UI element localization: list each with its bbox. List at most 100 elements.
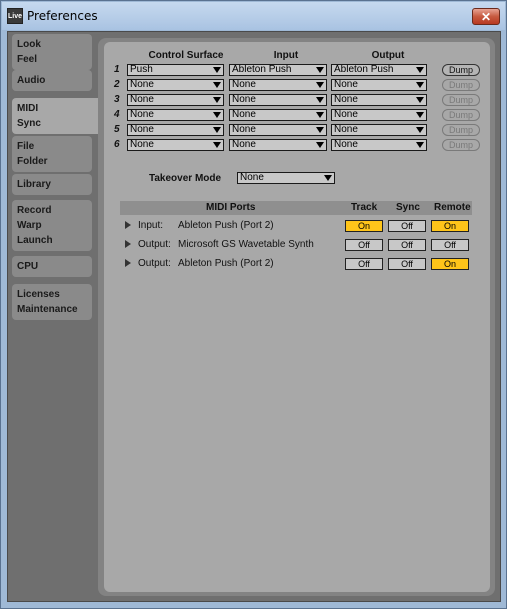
- dump-button[interactable]: Dump: [442, 124, 480, 136]
- takeover-mode-select[interactable]: None: [237, 172, 335, 184]
- chevron-down-icon: [416, 142, 424, 148]
- remote-toggle[interactable]: On: [431, 258, 469, 270]
- surface-select-value: Push: [130, 64, 153, 75]
- sidebar-tab-label: MIDI: [17, 103, 39, 114]
- row-number: 1: [114, 64, 120, 75]
- sidebar-tab-cpu[interactable]: CPU: [12, 256, 92, 277]
- input-select[interactable]: Ableton Push: [229, 64, 327, 76]
- sidebar-tab-label: Warp: [17, 220, 42, 231]
- preferences-window: Live Preferences ✕ Look Feel Audio MIDI Sync…: [0, 0, 507, 609]
- remote-toggle[interactable]: Off: [431, 239, 469, 251]
- chevron-down-icon: [213, 142, 221, 148]
- surface-select[interactable]: None: [127, 109, 224, 121]
- chevron-down-icon: [213, 67, 221, 73]
- input-select[interactable]: None: [229, 109, 327, 121]
- sync-toggle[interactable]: Off: [388, 220, 426, 232]
- track-toggle[interactable]: Off: [345, 258, 383, 270]
- port-name: Microsoft GS Wavetable Synth: [178, 239, 314, 250]
- output-select-value: Ableton Push: [334, 64, 394, 75]
- chevron-down-icon: [316, 127, 324, 133]
- output-select[interactable]: None: [331, 139, 427, 151]
- surface-select[interactable]: Push: [127, 64, 224, 76]
- sidebar-tab-library[interactable]: Library: [12, 174, 92, 195]
- sidebar-tab-midi[interactable]: MIDI Sync: [12, 98, 104, 134]
- row-number: 4: [114, 109, 120, 120]
- midi-ports-header: MIDI Ports Track Sync Remote: [120, 201, 472, 215]
- title-bar[interactable]: Live Preferences ✕: [2, 2, 505, 30]
- output-select[interactable]: None: [331, 109, 427, 121]
- expand-triangle-icon[interactable]: [125, 221, 131, 229]
- surface-select[interactable]: None: [127, 94, 224, 106]
- close-button[interactable]: ✕: [472, 8, 500, 25]
- expand-triangle-icon[interactable]: [125, 240, 131, 248]
- surface-select[interactable]: None: [127, 139, 224, 151]
- takeover-mode-label: Takeover Mode: [149, 173, 222, 184]
- midi-sync-panel: Control Surface Input Output 1 Push Ableto…: [98, 38, 495, 596]
- input-select-value: None: [232, 79, 256, 90]
- remote-toggle[interactable]: On: [431, 220, 469, 232]
- midi-port-row: Output: Microsoft GS Wavetable Synth Off Of…: [120, 237, 472, 253]
- preferences-content: Look Feel Audio MIDI Sync File Folder Library Re…: [7, 31, 501, 602]
- chevron-down-icon: [416, 82, 424, 88]
- chevron-down-icon: [416, 67, 424, 73]
- output-select-value: None: [334, 109, 358, 120]
- dump-button[interactable]: Dump: [442, 94, 480, 106]
- midi-port-row: Input: Ableton Push (Port 2) On Off On: [120, 218, 472, 234]
- sidebar-tab-label: Sync: [17, 118, 41, 129]
- output-select-value: None: [334, 94, 358, 105]
- chevron-down-icon: [213, 112, 221, 118]
- sidebar-tab-file[interactable]: File Folder: [12, 136, 92, 172]
- output-select[interactable]: None: [331, 94, 427, 106]
- dump-button[interactable]: Dump: [442, 109, 480, 121]
- surface-select-value: None: [130, 124, 154, 135]
- midi-port-row: Output: Ableton Push (Port 2) Off Off On: [120, 256, 472, 272]
- chevron-down-icon: [316, 82, 324, 88]
- input-select[interactable]: None: [229, 139, 327, 151]
- input-header: Input: [273, 50, 299, 61]
- output-select[interactable]: Ableton Push: [331, 64, 427, 76]
- output-select-value: None: [334, 124, 358, 135]
- output-select[interactable]: None: [331, 124, 427, 136]
- sidebar-tab-look[interactable]: Look Feel: [12, 34, 92, 70]
- sidebar-tab-label: Licenses: [17, 289, 60, 300]
- surface-select[interactable]: None: [127, 124, 224, 136]
- input-select[interactable]: None: [229, 79, 327, 91]
- input-select-value: Ableton Push: [232, 64, 292, 75]
- dump-button[interactable]: Dump: [442, 64, 480, 76]
- input-select-value: None: [232, 94, 256, 105]
- sidebar-tab-licenses[interactable]: Licenses Maintenance: [12, 284, 92, 320]
- sidebar-tab-record[interactable]: Record Warp Launch: [12, 200, 92, 251]
- sync-toggle[interactable]: Off: [388, 239, 426, 251]
- dump-button[interactable]: Dump: [442, 79, 480, 91]
- output-select[interactable]: None: [331, 79, 427, 91]
- input-select[interactable]: None: [229, 124, 327, 136]
- track-toggle[interactable]: On: [345, 220, 383, 232]
- surface-select[interactable]: None: [127, 79, 224, 91]
- sidebar-tab-label: Record: [17, 205, 52, 216]
- sidebar-tab-label: Feel: [17, 54, 38, 65]
- row-number: 6: [114, 139, 120, 150]
- port-name: Ableton Push (Port 2): [178, 220, 274, 231]
- sync-toggle[interactable]: Off: [388, 258, 426, 270]
- port-type: Input:: [138, 220, 164, 231]
- sidebar-tab-label: Launch: [17, 235, 53, 246]
- chevron-down-icon: [416, 97, 424, 103]
- sidebar-tab-label: Folder: [17, 156, 48, 167]
- track-header: Track: [351, 202, 378, 213]
- sidebar-tab-label: CPU: [17, 261, 39, 272]
- midi-sync-panel-body: Control Surface Input Output 1 Push Ableto…: [104, 42, 490, 592]
- expand-triangle-icon[interactable]: [125, 259, 131, 267]
- sidebar-tab-audio[interactable]: Audio: [12, 70, 92, 91]
- row-number: 3: [114, 94, 120, 105]
- dump-button[interactable]: Dump: [442, 139, 480, 151]
- chevron-down-icon: [324, 175, 332, 181]
- output-select-value: None: [334, 79, 358, 90]
- sync-header: Sync: [396, 202, 420, 213]
- track-toggle[interactable]: Off: [345, 239, 383, 251]
- input-select[interactable]: None: [229, 94, 327, 106]
- live-app-icon: Live: [7, 8, 23, 24]
- sidebar-tab-label: Maintenance: [17, 304, 78, 315]
- surface-select-value: None: [130, 94, 154, 105]
- chevron-down-icon: [213, 82, 221, 88]
- chevron-down-icon: [416, 112, 424, 118]
